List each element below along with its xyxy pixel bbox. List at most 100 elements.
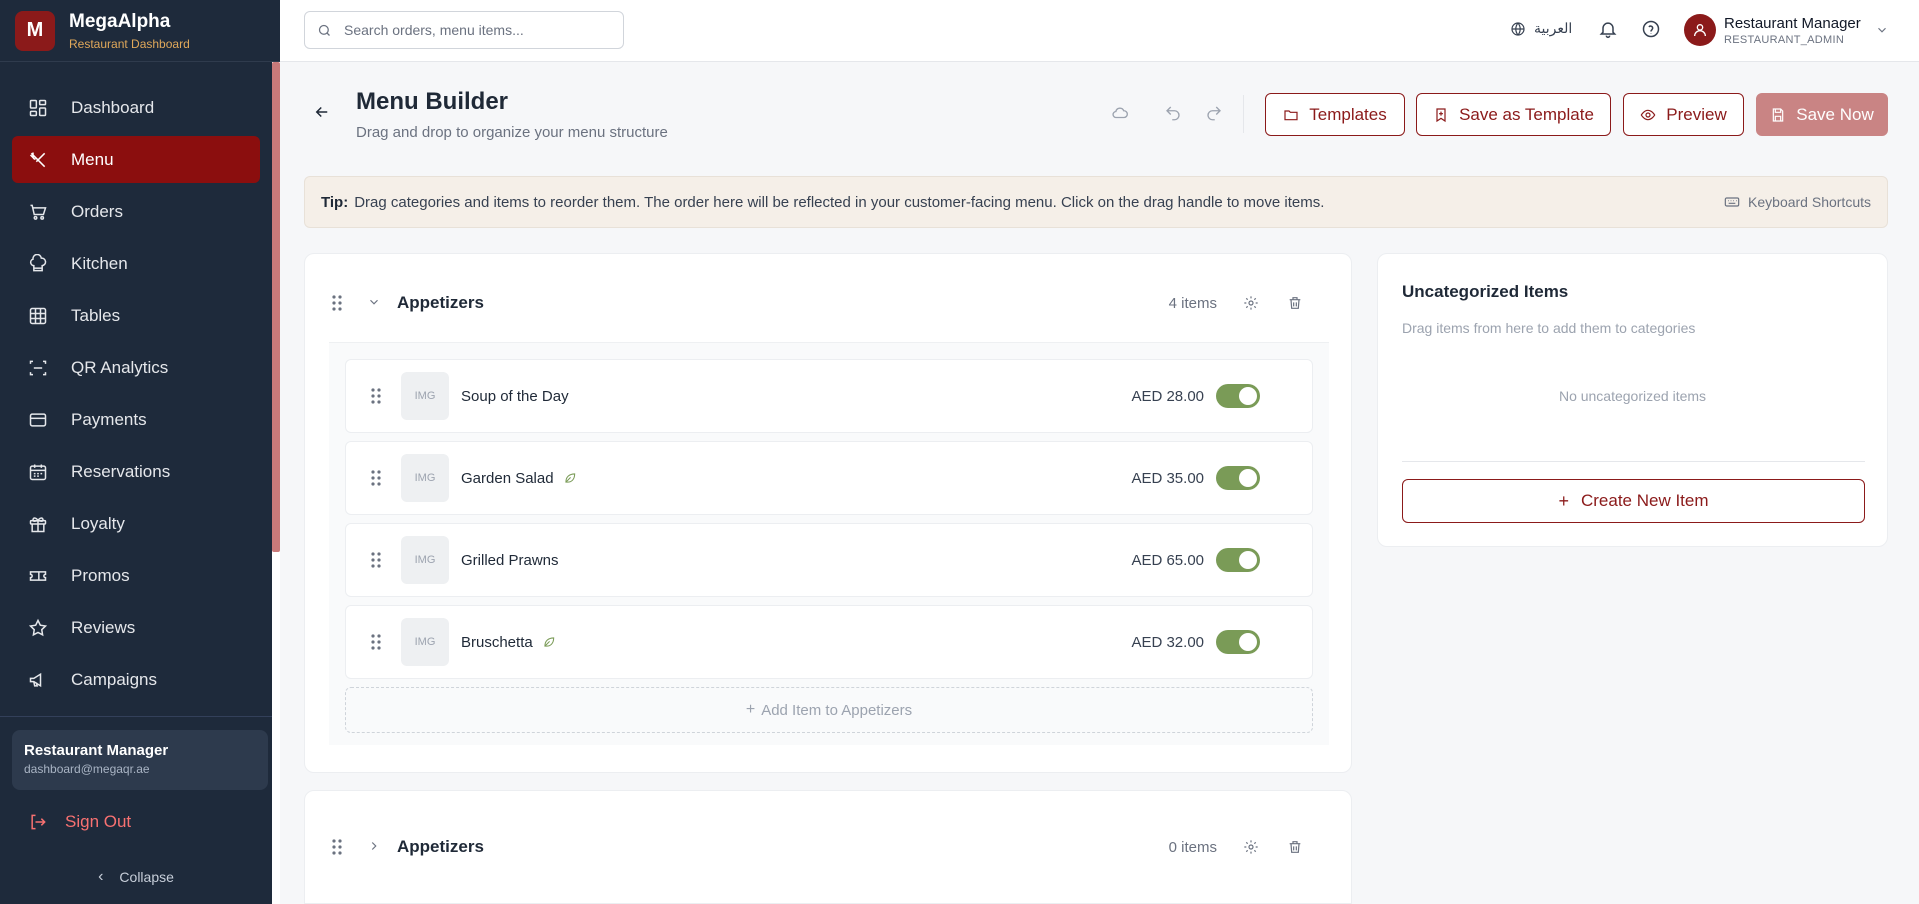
sidebar-item-tables[interactable]: Tables: [12, 292, 260, 339]
category-delete-button[interactable]: [1285, 837, 1305, 857]
collapse-label: Collapse: [119, 869, 174, 885]
item-name: Bruschetta: [461, 633, 533, 651]
gift-icon: [28, 514, 48, 534]
category-settings-button[interactable]: [1241, 837, 1261, 857]
sidebar-user-card: Restaurant Manager dashboard@megaqr.ae: [12, 730, 268, 790]
menu-item-row[interactable]: IMG Bruschetta AED 32.00: [345, 605, 1313, 679]
uncategorized-empty-state: No uncategorized items: [1558, 388, 1707, 404]
category-card: Appetizers 4 items IMG Soup of the Day A…: [304, 253, 1352, 773]
item-availability-toggle[interactable]: [1216, 548, 1260, 572]
sign-out-label: Sign Out: [65, 812, 132, 831]
tip-text: Drag categories and items to reorder the…: [354, 193, 1325, 211]
sidebar-item-menu[interactable]: Menu: [12, 136, 260, 183]
language-label: العربية: [1534, 20, 1573, 36]
sidebar-item-kitchen[interactable]: Kitchen: [12, 240, 260, 287]
search-box[interactable]: [304, 11, 624, 49]
grid-icon: [28, 306, 48, 326]
redo-button[interactable]: [1205, 104, 1225, 124]
collapse-button[interactable]: ‹ Collapse: [0, 868, 272, 886]
create-new-item-button[interactable]: + Create New Item: [1402, 479, 1865, 523]
category-header: Appetizers 4 items: [329, 274, 1329, 332]
save-now-button[interactable]: Save Now: [1756, 93, 1888, 136]
cloud-status-icon: [1111, 104, 1131, 124]
sidebar-item-label: Loyalty: [71, 513, 125, 533]
sidebar-item-reservations[interactable]: Reservations: [12, 448, 260, 495]
leaf-icon: [542, 635, 556, 649]
sidebar-divider: [0, 716, 272, 717]
tip-banner: Tip: Drag categories and items to reorde…: [304, 176, 1888, 228]
qr-scan-icon: [28, 358, 48, 378]
folder-icon: [1284, 109, 1298, 120]
item-availability-toggle[interactable]: [1216, 384, 1260, 408]
back-button[interactable]: [313, 103, 333, 123]
help-button[interactable]: [1641, 19, 1663, 41]
sidebar-user-email: dashboard@megaqr.ae: [24, 762, 150, 776]
brand: M MegaAlpha Restaurant Dashboard: [0, 0, 280, 62]
profile-name: Restaurant Manager: [1724, 14, 1861, 32]
drag-handle-icon[interactable]: [368, 386, 384, 406]
search-icon: [318, 24, 330, 36]
profile-role: RESTAURANT_ADMIN: [1724, 33, 1845, 46]
chevron-right-icon[interactable]: [367, 839, 383, 855]
sidebar-item-orders[interactable]: Orders: [12, 188, 260, 235]
profile-menu[interactable]: Restaurant Manager RESTAURANT_ADMIN: [1684, 14, 1889, 46]
sidebar-item-label: Kitchen: [71, 253, 128, 273]
keyboard-shortcuts-button[interactable]: Keyboard Shortcuts: [1724, 194, 1871, 210]
trash-icon: [1289, 841, 1301, 853]
sidebar-item-label: Promos: [71, 565, 130, 585]
sidebar-item-reviews[interactable]: Reviews: [12, 604, 260, 651]
save-now-label: Save Now: [1796, 104, 1874, 124]
chevron-down-icon[interactable]: [367, 295, 383, 311]
save-as-template-label: Save as Template: [1459, 104, 1594, 124]
sidebar-item-label: QR Analytics: [71, 357, 169, 377]
plus-icon: +: [745, 701, 756, 718]
drag-handle-icon[interactable]: [329, 293, 345, 313]
sign-out-button[interactable]: Sign Out: [28, 812, 131, 832]
drag-handle-icon[interactable]: [329, 837, 345, 857]
sidebar-item-label: Orders: [71, 201, 123, 221]
preview-button[interactable]: Preview: [1623, 93, 1744, 136]
category-item-count: 4 items: [1168, 294, 1217, 312]
search-input[interactable]: [344, 22, 604, 38]
templates-button[interactable]: Templates: [1265, 93, 1405, 136]
drag-handle-icon[interactable]: [368, 632, 384, 652]
menu-item-row[interactable]: IMG Garden Salad AED 35.00: [345, 441, 1313, 515]
category-card: Appetizers 0 items: [304, 790, 1352, 904]
menu-item-row[interactable]: IMG Soup of the Day AED 28.00: [345, 359, 1313, 433]
page-title: Menu Builder: [356, 88, 509, 115]
page-subtitle: Drag and drop to organize your menu stru…: [356, 124, 668, 141]
sidebar-item-promos[interactable]: Promos: [12, 552, 260, 599]
gear-icon: [1244, 840, 1258, 854]
item-availability-toggle[interactable]: [1216, 630, 1260, 654]
sidebar: M MegaAlpha Restaurant Dashboard Dashboa…: [0, 0, 280, 904]
help-icon: [1642, 20, 1660, 38]
item-name: Grilled Prawns: [461, 551, 559, 569]
drag-handle-icon[interactable]: [368, 468, 384, 488]
sidebar-item-payments[interactable]: Payments: [12, 396, 260, 443]
undo-button[interactable]: [1164, 104, 1184, 124]
chevron-down-icon: [1877, 27, 1886, 33]
uncategorized-divider: [1402, 461, 1865, 462]
sidebar-item-qr-analytics[interactable]: QR Analytics: [12, 344, 260, 391]
sidebar-item-campaigns[interactable]: Campaigns: [12, 656, 260, 703]
sidebar-item-label: Campaigns: [71, 669, 157, 689]
item-name: Soup of the Day: [461, 387, 569, 405]
sidebar-item-dashboard[interactable]: Dashboard: [12, 84, 260, 131]
category-delete-button[interactable]: [1285, 293, 1305, 313]
drag-handle-icon[interactable]: [368, 550, 384, 570]
add-item-button[interactable]: + Add Item to Appetizers: [345, 687, 1313, 733]
language-switcher[interactable]: العربية: [1510, 20, 1572, 37]
sidebar-scrollbar-thumb[interactable]: [272, 62, 280, 552]
sidebar-item-label: Payments: [71, 409, 147, 429]
sidebar-item-loyalty[interactable]: Loyalty: [12, 500, 260, 547]
notifications-button[interactable]: [1598, 19, 1620, 41]
save-as-template-button[interactable]: Save as Template: [1416, 93, 1611, 136]
add-item-label: Add Item to Appetizers: [761, 701, 913, 719]
sign-out-icon: [31, 814, 46, 830]
dashboard-icon: [28, 98, 48, 118]
category-name: Appetizers: [397, 837, 484, 856]
item-image-placeholder: IMG: [401, 618, 449, 666]
item-availability-toggle[interactable]: [1216, 466, 1260, 490]
category-settings-button[interactable]: [1241, 293, 1261, 313]
menu-item-row[interactable]: IMG Grilled Prawns AED 65.00: [345, 523, 1313, 597]
